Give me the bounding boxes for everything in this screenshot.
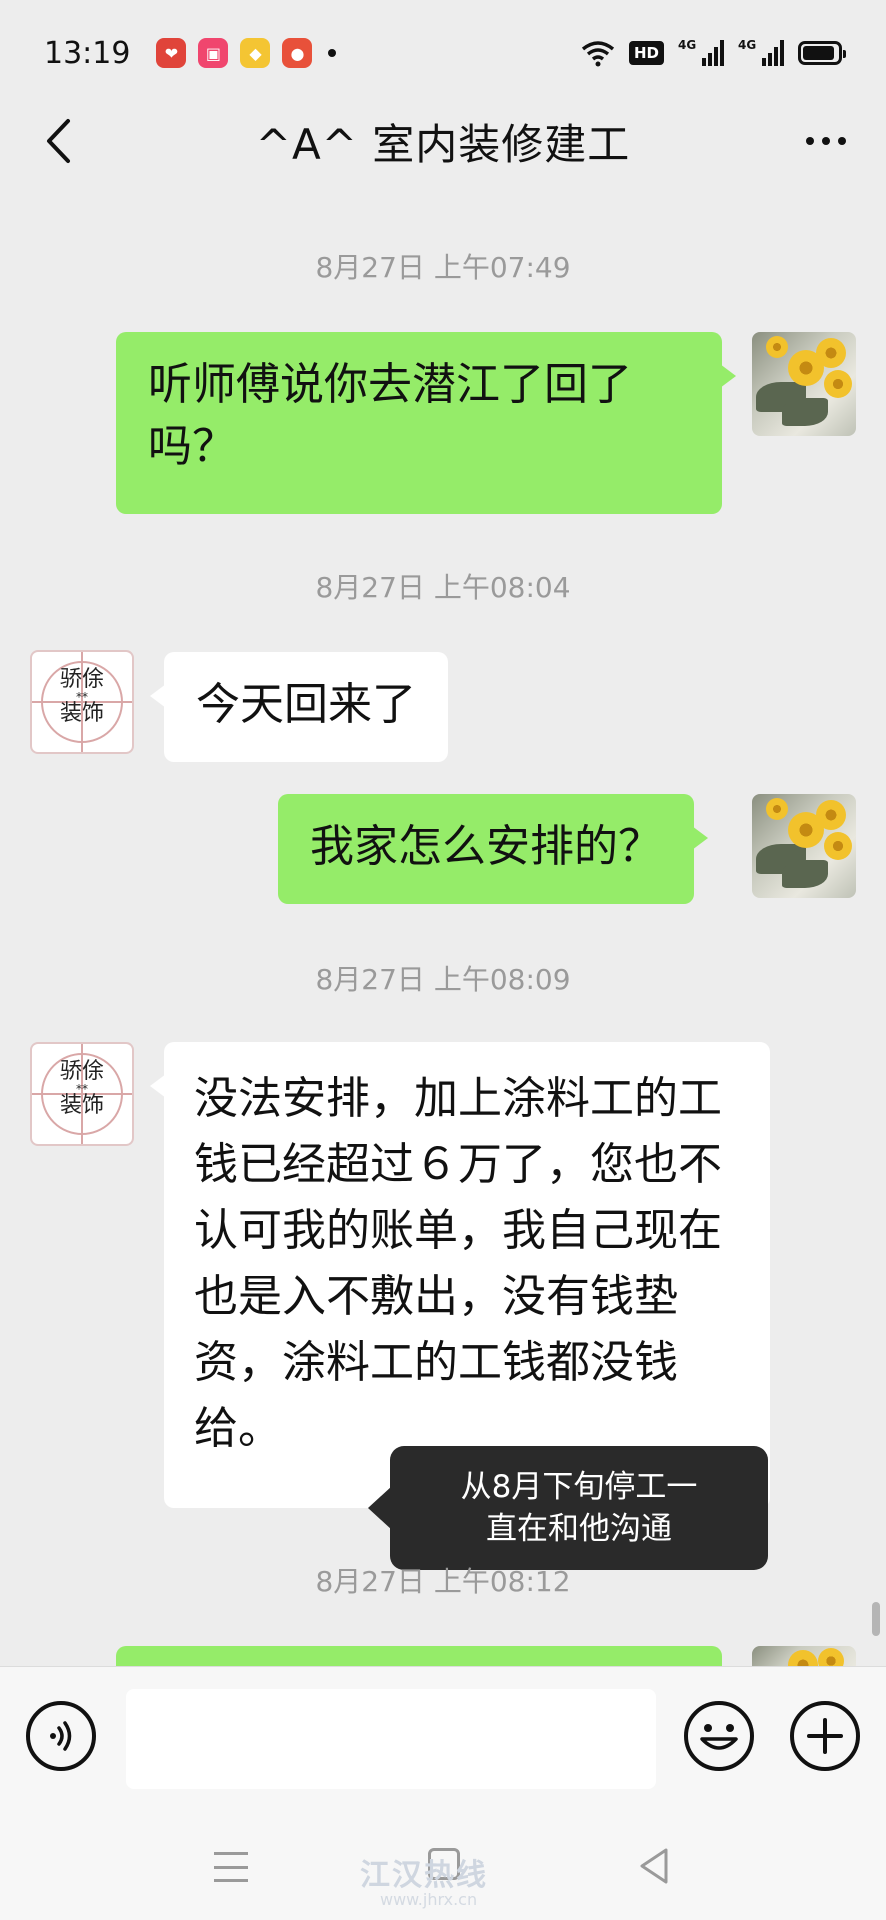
watermark-url: www.jhrx.cn [380, 1890, 478, 1909]
message-timestamp: 8月27日 上午08:09 [315, 963, 571, 996]
avatar-text-line1: 骄俆 [59, 1059, 104, 1084]
notification-icons: ❤ ▣ ◆ ● [156, 38, 337, 68]
wifi-icon [581, 41, 615, 67]
tooltip-line-1: 从8月下旬停工一 [460, 1469, 698, 1505]
video-app-icon: ▣ [198, 38, 229, 68]
message-bubble-received[interactable]: 今天回来了 [150, 652, 448, 762]
heart-app-icon: ❤ [156, 38, 187, 68]
menu-icon[interactable] [214, 1852, 248, 1882]
hd-icon: HD [628, 41, 664, 65]
battery-icon [798, 41, 846, 65]
voice-input-icon[interactable] [26, 1701, 96, 1771]
message-timestamp: 8月27日 上午08:12 [315, 1565, 571, 1598]
chat-title: ^A^ 室内装修建工 [255, 119, 631, 169]
emoji-icon[interactable] [684, 1701, 754, 1771]
avatar-contact[interactable]: 骄俆 ** 装饰 [30, 650, 134, 754]
plus-icon[interactable] [790, 1701, 860, 1771]
message-bubble-received[interactable]: 没法安排，加上涂料工的工钱已经超过６万了，您也不认可我的账单，我自己现在也是入不… [150, 1042, 770, 1508]
message-bubble-sent[interactable]: 我家怎么安排的？ [278, 794, 708, 904]
more-notifications-dot [328, 49, 337, 57]
avatar-text-line2: 装饰 [59, 1093, 104, 1118]
cat-app-icon: ● [282, 38, 313, 68]
avatar-self[interactable] [752, 332, 856, 436]
annotation-tooltip: 从8月下旬停工一 直在和他沟通 [368, 1446, 768, 1570]
chevron-left-icon[interactable] [34, 116, 84, 166]
avatar-contact[interactable]: 骄俆 ** 装饰 [30, 1042, 134, 1146]
message-timestamp: 8月27日 上午07:49 [315, 251, 571, 284]
chat-header: ^A^ 室内装修建工 [0, 106, 886, 176]
message-input[interactable] [126, 1689, 656, 1789]
avatar-text-line1: 骄俆 [59, 667, 104, 692]
signal-icon: 4G [678, 38, 724, 66]
message-bubble-sent[interactable]: 听师傅说你去潜江了回了吗？ [116, 332, 736, 514]
signal-label: 4G [678, 38, 697, 52]
system-nav-bar: 江汉热线 www.jhrx.cn [0, 1814, 886, 1920]
watermark-text: 江汉热线 [360, 1858, 488, 1893]
message-bubble-sent-partial[interactable] [116, 1646, 722, 1666]
shield-app-icon: ◆ [240, 38, 271, 68]
avatar-self[interactable] [752, 794, 856, 898]
signal-label-2: 4G [738, 38, 757, 52]
scroll-indicator[interactable] [872, 1602, 880, 1636]
status-bar: 13:19 ❤ ▣ ◆ ● HD 4G 4G [0, 0, 886, 106]
avatar-self-partial[interactable] [752, 1646, 856, 1666]
tooltip-line-2: 直在和他沟通 [486, 1511, 672, 1547]
signal-icon-2: 4G [738, 38, 784, 66]
back-triangle-icon[interactable] [636, 1846, 672, 1886]
input-bar [0, 1666, 886, 1814]
avatar-text-line2: 装饰 [59, 701, 104, 726]
status-time: 13:19 [44, 35, 131, 71]
message-timestamp: 8月27日 上午08:04 [315, 571, 571, 604]
more-dots-icon[interactable] [796, 116, 856, 166]
